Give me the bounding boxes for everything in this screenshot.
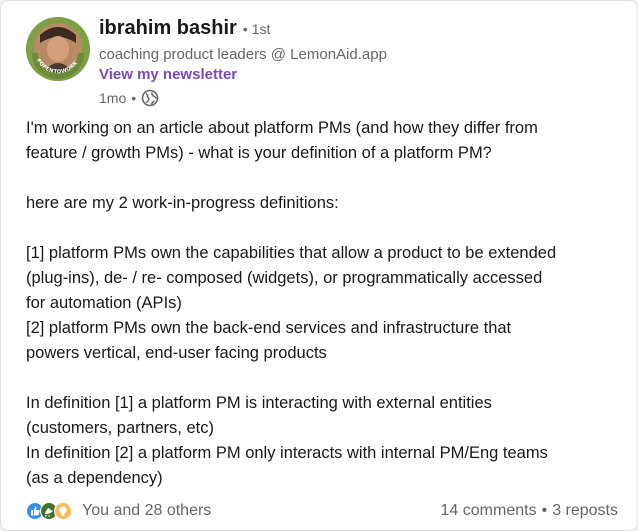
globe-icon: [141, 89, 159, 107]
post-time[interactable]: 1mo: [99, 90, 126, 106]
author-headline: coaching product leaders @ LemonAid.app: [99, 46, 387, 63]
meta-separator: •: [131, 90, 137, 106]
post-paragraph: In definition [1] a platform PM is inter…: [26, 394, 492, 437]
post-paragraph: I'm working on an article about platform…: [26, 119, 538, 162]
insightful-reaction-icon: [54, 502, 72, 520]
feed-post-card: #OPENTOWORK ibrahim bashir • 1st coachin…: [0, 0, 638, 531]
view-newsletter-link[interactable]: View my newsletter: [99, 66, 237, 83]
post-paragraph: [2] platform PMs own the back-end servic…: [26, 319, 512, 362]
degree-separator: •: [242, 21, 248, 37]
post-paragraph: In definition [2] a platform PM only int…: [26, 444, 548, 487]
reposts-count-link[interactable]: 3 reposts: [552, 502, 618, 520]
reaction-icons: [26, 502, 72, 520]
comments-count-link[interactable]: 14 comments: [441, 502, 537, 520]
post-paragraph: [1] platform PMs own the capabilities th…: [26, 244, 557, 312]
reactions-summary[interactable]: You and 28 others: [26, 502, 211, 520]
author-name[interactable]: ibrahim bashir: [99, 17, 237, 40]
avatar-photo: #OPENTOWORK: [26, 17, 90, 81]
connection-degree: 1st: [251, 21, 271, 37]
social-counts: You and 28 others 14 comments • 3 repost…: [26, 498, 618, 524]
post-meta: 1mo •: [99, 88, 159, 108]
post-text: I'm working on an article about platform…: [26, 116, 626, 491]
post-paragraph: here are my 2 work-in-progress definitio…: [26, 194, 339, 212]
engagement-stats: 14 comments • 3 reposts: [441, 502, 618, 520]
author-name-row: ibrahim bashir • 1st: [99, 17, 270, 43]
reactions-count: You and 28 others: [82, 502, 212, 519]
stats-separator: •: [541, 502, 548, 519]
author-avatar[interactable]: #OPENTOWORK: [26, 17, 90, 81]
post-header: #OPENTOWORK ibrahim bashir • 1st coachin…: [26, 17, 616, 109]
